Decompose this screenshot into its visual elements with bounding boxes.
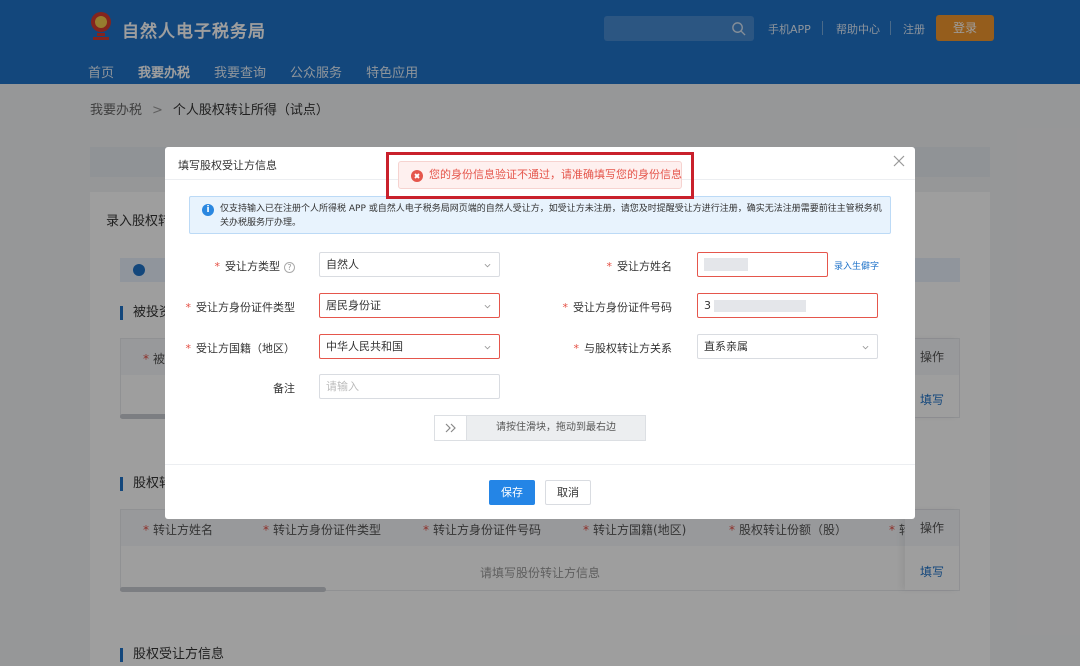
chevron-down-icon	[484, 263, 491, 268]
id-type-label: * 受让方身份证件类型	[185, 301, 296, 314]
rare-char-link[interactable]: 录入生僻字	[834, 259, 879, 272]
chevron-down-icon	[862, 345, 869, 350]
slider-handle[interactable]	[435, 416, 467, 440]
notice-box: i 仅支持输入已在注册个人所得税 APP 或自然人电子税务局网页端的自然人受让方…	[189, 196, 891, 234]
notice-text: 仅支持输入已在注册个人所得税 APP 或自然人电子税务局网页端的自然人受让方，如…	[220, 204, 882, 228]
remark-input[interactable]: 请输入	[319, 374, 500, 399]
relation-select[interactable]: 直系亲属	[697, 334, 878, 359]
chevron-down-icon	[484, 304, 491, 309]
relation-label: * 与股权转让方关系	[573, 342, 673, 355]
id-number-label: * 受让方身份证件号码	[562, 301, 673, 314]
remark-label: 备注	[273, 382, 295, 395]
transferee-name-input[interactable]	[697, 252, 828, 277]
save-button[interactable]: 保存	[489, 480, 535, 505]
info-icon: i	[202, 204, 214, 216]
id-type-select[interactable]: 居民身份证	[319, 293, 500, 318]
highlight-annotation	[386, 152, 694, 199]
help-icon[interactable]: ?	[284, 261, 295, 273]
cancel-button[interactable]: 取消	[545, 480, 591, 505]
transferee-type-select[interactable]: 自然人	[319, 252, 500, 277]
double-chevron-right-icon	[445, 423, 456, 433]
dialog-title: 填写股权受让方信息	[178, 159, 277, 172]
redacted-value	[704, 258, 748, 271]
redacted-value	[714, 300, 806, 312]
nationality-label: * 受让方国籍（地区）	[185, 342, 296, 355]
slider-captcha[interactable]: 请按住滑块，拖动到最右边	[434, 415, 646, 441]
nationality-select[interactable]: 中华人民共和国	[319, 334, 500, 359]
transferee-name-label: * 受让方姓名	[606, 260, 673, 273]
transferee-dialog: 填写股权受让方信息 i 仅支持输入已在注册个人所得税 APP 或自然人电子税务局…	[165, 147, 915, 519]
id-number-input[interactable]: 3	[697, 293, 878, 318]
divider	[165, 464, 915, 465]
chevron-down-icon	[484, 345, 491, 350]
close-icon[interactable]	[892, 154, 906, 168]
slider-hint: 请按住滑块，拖动到最右边	[496, 422, 616, 433]
transferee-type-label: * 受让方类型?	[215, 258, 295, 274]
